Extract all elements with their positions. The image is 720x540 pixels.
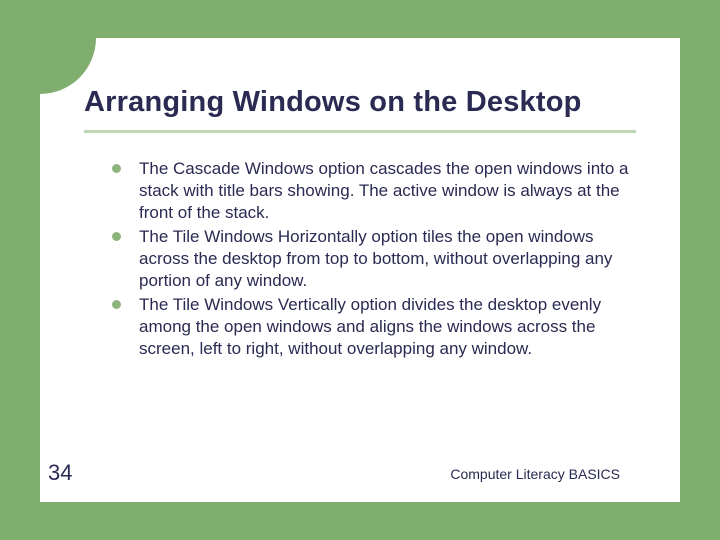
list-item: The Cascade Windows option cascades the … — [112, 158, 632, 224]
footer-text: Computer Literacy BASICS — [450, 466, 620, 482]
bullet-text: The Tile Windows Horizontally option til… — [139, 226, 632, 292]
bullet-icon — [112, 232, 121, 241]
list-item: The Tile Windows Vertically option divid… — [112, 294, 632, 360]
list-item: The Tile Windows Horizontally option til… — [112, 226, 632, 292]
bullet-text: The Cascade Windows option cascades the … — [139, 158, 632, 224]
bullet-text: The Tile Windows Vertically option divid… — [139, 294, 632, 360]
page-number: 34 — [48, 460, 72, 486]
bullet-icon — [112, 164, 121, 173]
title-underline — [84, 130, 636, 133]
slide-content: The Cascade Windows option cascades the … — [112, 158, 632, 362]
bullet-icon — [112, 300, 121, 309]
slide: Arranging Windows on the Desktop The Cas… — [40, 38, 680, 502]
slide-title: Arranging Windows on the Desktop — [84, 86, 582, 119]
